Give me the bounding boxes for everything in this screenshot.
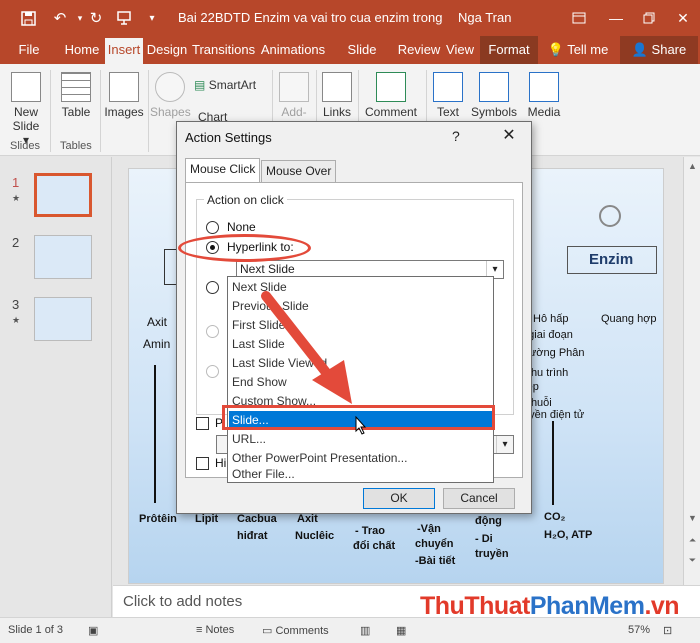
red-arrow-annotation bbox=[261, 291, 352, 404]
mouse-cursor-icon bbox=[355, 416, 367, 435]
